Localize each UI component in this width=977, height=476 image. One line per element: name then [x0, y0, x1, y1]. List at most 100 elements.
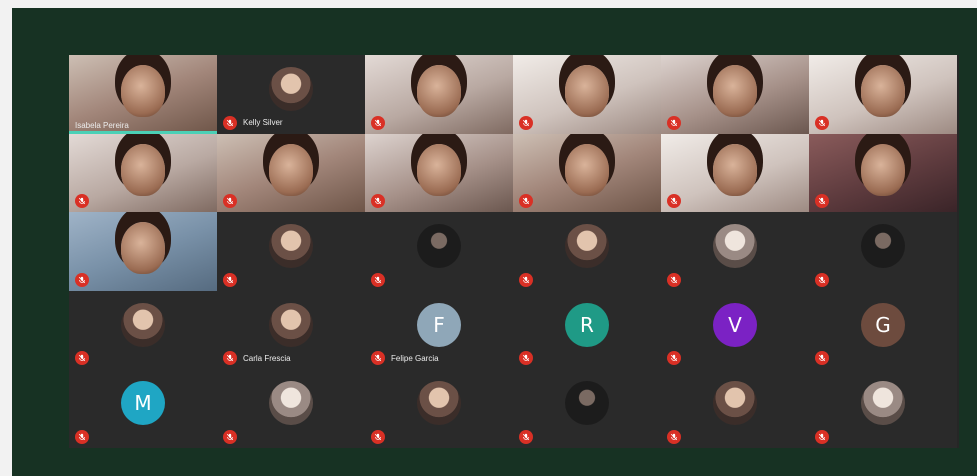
- participant-tile[interactable]: [365, 55, 513, 134]
- participant-avatar: M: [121, 381, 165, 426]
- participant-tile[interactable]: [69, 290, 217, 370]
- participant-tile[interactable]: R: [513, 290, 661, 370]
- mic-muted-icon: [815, 272, 829, 287]
- participant-nameplate: Kelly Silver: [223, 115, 283, 130]
- participant-name: Isabela Pereira: [75, 120, 129, 130]
- mic-muted-icon: [519, 194, 533, 209]
- participant-tile[interactable]: [365, 212, 513, 291]
- participant-nameplate: [667, 351, 687, 366]
- participant-nameplate: [75, 351, 95, 366]
- mic-muted-icon: [815, 351, 829, 366]
- mic-muted-icon: [223, 351, 237, 366]
- participant-avatar: [269, 302, 313, 347]
- mic-muted-icon: [371, 272, 385, 287]
- participant-nameplate: [815, 115, 835, 130]
- participant-tile[interactable]: Isabela Pereira: [69, 55, 217, 134]
- participant-video: [565, 143, 609, 196]
- participant-nameplate: [519, 115, 539, 130]
- participant-nameplate: [223, 429, 243, 444]
- participant-tile[interactable]: [365, 133, 513, 213]
- participant-avatar: [417, 224, 461, 269]
- participant-nameplate: Felipe Garcia: [371, 351, 439, 366]
- participant-tile[interactable]: [513, 133, 661, 213]
- participant-nameplate: [519, 272, 539, 287]
- mic-muted-icon: [519, 272, 533, 287]
- participant-nameplate: Isabela Pereira: [75, 121, 129, 130]
- participant-tile[interactable]: [217, 369, 365, 448]
- participant-nameplate: [223, 194, 243, 209]
- participant-avatar: [861, 224, 905, 269]
- mic-muted-icon: [75, 272, 89, 287]
- participant-avatar: [417, 381, 461, 426]
- participant-tile[interactable]: [513, 212, 661, 291]
- participant-nameplate: [815, 194, 835, 209]
- participant-nameplate: [519, 194, 539, 209]
- participant-tile[interactable]: [661, 369, 809, 448]
- mic-muted-icon: [371, 194, 385, 209]
- participant-video: [861, 65, 905, 117]
- participant-avatar: V: [713, 302, 757, 347]
- mic-muted-icon: [223, 115, 237, 130]
- mic-muted-icon: [223, 194, 237, 209]
- meeting-window: Isabela Pereira Kelly Silver Carla Frescia…: [12, 8, 977, 476]
- participant-tile[interactable]: F Felipe Garcia: [365, 290, 513, 370]
- participant-nameplate: Carla Frescia: [223, 351, 291, 366]
- participant-nameplate: [519, 429, 539, 444]
- participant-tile[interactable]: [217, 133, 365, 213]
- mic-muted-icon: [371, 429, 385, 444]
- participant-nameplate: [371, 272, 391, 287]
- participant-nameplate: [75, 194, 95, 209]
- participant-tile[interactable]: [809, 369, 957, 448]
- participant-nameplate: [371, 115, 391, 130]
- participant-avatar: [713, 224, 757, 269]
- participant-nameplate: [815, 429, 835, 444]
- mic-muted-icon: [667, 272, 681, 287]
- participant-tile[interactable]: Carla Frescia: [217, 290, 365, 370]
- participant-tile[interactable]: [661, 212, 809, 291]
- participant-nameplate: [75, 272, 95, 287]
- mic-muted-icon: [371, 351, 385, 366]
- participant-tile[interactable]: [809, 212, 957, 291]
- participant-video: [269, 143, 313, 196]
- participant-avatar: [269, 67, 313, 111]
- mic-muted-icon: [519, 115, 533, 130]
- participant-tile[interactable]: [661, 133, 809, 213]
- participant-tile[interactable]: [661, 55, 809, 134]
- mic-muted-icon: [815, 115, 829, 130]
- participant-video: [713, 65, 757, 117]
- participant-tile[interactable]: [217, 212, 365, 291]
- mic-muted-icon: [75, 194, 89, 209]
- participant-nameplate: [519, 351, 539, 366]
- participant-video: [861, 143, 905, 196]
- participant-tile[interactable]: [513, 369, 661, 448]
- participant-tile[interactable]: [513, 55, 661, 134]
- participant-tile[interactable]: [809, 133, 957, 213]
- participant-tile[interactable]: [69, 133, 217, 213]
- participant-avatar: R: [565, 302, 609, 347]
- mic-muted-icon: [75, 351, 89, 366]
- mic-muted-icon: [519, 351, 533, 366]
- mic-muted-icon: [519, 429, 533, 444]
- participant-nameplate: [667, 115, 687, 130]
- participant-tile[interactable]: [365, 369, 513, 448]
- participant-avatar: [565, 381, 609, 426]
- participant-video: [565, 65, 609, 117]
- participant-tile[interactable]: V: [661, 290, 809, 370]
- participant-tile[interactable]: [69, 212, 217, 291]
- participant-avatar: [269, 224, 313, 269]
- participant-tile[interactable]: Kelly Silver: [217, 55, 365, 134]
- participant-avatar: [121, 302, 165, 347]
- participant-nameplate: [667, 272, 687, 287]
- participant-tile[interactable]: [809, 55, 957, 134]
- mic-muted-icon: [667, 351, 681, 366]
- participant-name: Felipe Garcia: [391, 353, 439, 363]
- participant-nameplate: [667, 194, 687, 209]
- participant-tile[interactable]: M: [69, 369, 217, 448]
- participant-video: [713, 143, 757, 196]
- participant-tile[interactable]: G: [809, 290, 957, 370]
- mic-muted-icon: [667, 429, 681, 444]
- participant-nameplate: [75, 429, 95, 444]
- mic-muted-icon: [223, 272, 237, 287]
- mic-muted-icon: [223, 429, 237, 444]
- mic-muted-icon: [371, 115, 385, 130]
